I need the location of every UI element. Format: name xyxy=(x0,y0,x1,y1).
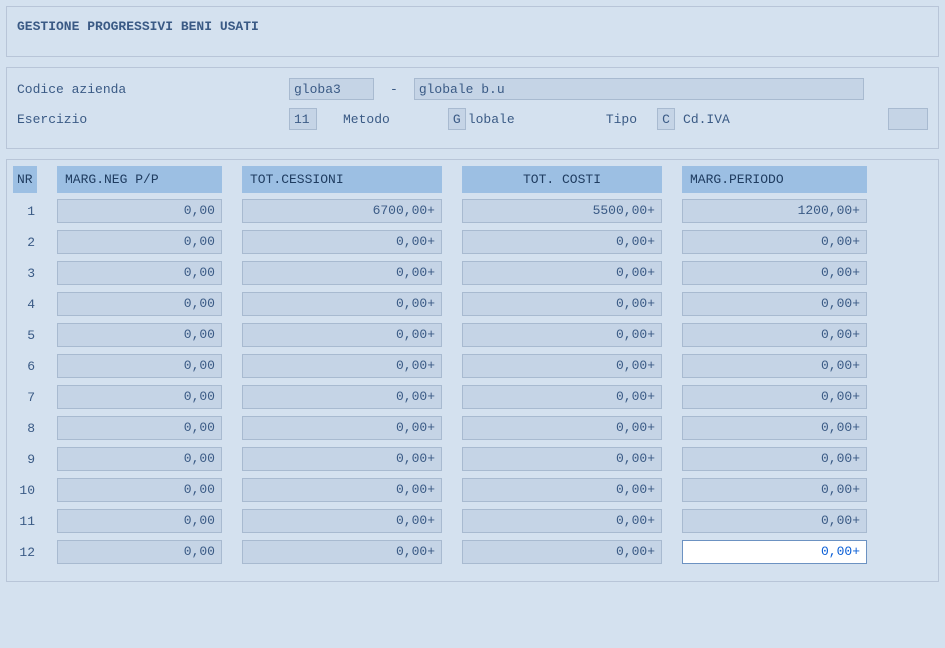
cell-c4[interactable]: 1200,00+ xyxy=(682,199,867,223)
cell-c4[interactable]: 0,00+ xyxy=(682,323,867,347)
row-number: 4 xyxy=(13,297,37,312)
metodo-value: lobale xyxy=(466,112,586,127)
codice-desc-input[interactable]: globale b.u xyxy=(414,78,864,100)
table-row: 8 0,00 0,00+ 0,00+ 0,00+ xyxy=(13,416,928,440)
cell-c2[interactable]: 0,00+ xyxy=(242,447,442,471)
cell-c1[interactable]: 0,00 xyxy=(57,385,222,409)
page-title: GESTIONE PROGRESSIVI BENI USATI xyxy=(17,19,259,34)
table-row: 5 0,00 0,00+ 0,00+ 0,00+ xyxy=(13,323,928,347)
cell-c2[interactable]: 0,00+ xyxy=(242,230,442,254)
table-row: 2 0,00 0,00+ 0,00+ 0,00+ xyxy=(13,230,928,254)
cell-c4[interactable]: 0,00+ xyxy=(682,509,867,533)
cell-c1[interactable]: 0,00 xyxy=(57,292,222,316)
cell-c3[interactable]: 0,00+ xyxy=(462,540,662,564)
cell-c1[interactable]: 0,00 xyxy=(57,540,222,564)
table-row: 3 0,00 0,00+ 0,00+ 0,00+ xyxy=(13,261,928,285)
cell-c4[interactable]: 0,00+ xyxy=(682,354,867,378)
table-row: 12 0,00 0,00+ 0,00+ 0,00+ xyxy=(13,540,928,564)
cell-c2[interactable]: 0,00+ xyxy=(242,385,442,409)
codice-sep: - xyxy=(374,82,414,97)
cell-c2[interactable]: 0,00+ xyxy=(242,323,442,347)
cdiva-input[interactable] xyxy=(888,108,928,130)
header-margneg: MARG.NEG P/P xyxy=(57,166,222,193)
table-row: 1 0,00 6700,00+ 5500,00+ 1200,00+ xyxy=(13,199,928,223)
cell-c3[interactable]: 0,00+ xyxy=(462,447,662,471)
row-number: 3 xyxy=(13,266,37,281)
table-row: 10 0,00 0,00+ 0,00+ 0,00+ xyxy=(13,478,928,502)
cell-c3[interactable]: 0,00+ xyxy=(462,323,662,347)
cell-c1[interactable]: 0,00 xyxy=(57,509,222,533)
cell-c4[interactable]: 0,00+ xyxy=(682,540,867,564)
esercizio-label: Esercizio xyxy=(17,112,289,127)
cell-c4[interactable]: 0,00+ xyxy=(682,416,867,440)
codice-label: Codice azienda xyxy=(17,82,289,97)
cell-c3[interactable]: 0,00+ xyxy=(462,354,662,378)
row-number: 5 xyxy=(13,328,37,343)
cell-c4[interactable]: 0,00+ xyxy=(682,292,867,316)
cell-c3[interactable]: 0,00+ xyxy=(462,478,662,502)
row-number: 2 xyxy=(13,235,37,250)
cell-c3[interactable]: 0,00+ xyxy=(462,230,662,254)
cell-c4[interactable]: 0,00+ xyxy=(682,478,867,502)
row-number: 12 xyxy=(13,545,37,560)
cell-c2[interactable]: 0,00+ xyxy=(242,416,442,440)
cell-c1[interactable]: 0,00 xyxy=(57,199,222,223)
cell-c4[interactable]: 0,00+ xyxy=(682,447,867,471)
header-nr: NR xyxy=(13,166,37,193)
cell-c3[interactable]: 0,00+ xyxy=(462,416,662,440)
esercizio-input[interactable]: 11 xyxy=(289,108,317,130)
cell-c3[interactable]: 0,00+ xyxy=(462,509,662,533)
row-number: 7 xyxy=(13,390,37,405)
row-number: 10 xyxy=(13,483,37,498)
cell-c1[interactable]: 0,00 xyxy=(57,323,222,347)
table-row: 4 0,00 0,00+ 0,00+ 0,00+ xyxy=(13,292,928,316)
metodo-g-input[interactable]: G xyxy=(448,108,466,130)
cell-c2[interactable]: 0,00+ xyxy=(242,354,442,378)
metodo-label: Metodo xyxy=(317,112,408,127)
cell-c3[interactable]: 0,00+ xyxy=(462,385,662,409)
cell-c2[interactable]: 0,00+ xyxy=(242,540,442,564)
cell-c1[interactable]: 0,00 xyxy=(57,354,222,378)
cell-c1[interactable]: 0,00 xyxy=(57,261,222,285)
cell-c1[interactable]: 0,00 xyxy=(57,478,222,502)
cell-c4[interactable]: 0,00+ xyxy=(682,385,867,409)
cell-c4[interactable]: 0,00+ xyxy=(682,261,867,285)
tipo-label: Tipo xyxy=(586,112,657,127)
header-totcosti: TOT. COSTI xyxy=(462,166,662,193)
table-row: 11 0,00 0,00+ 0,00+ 0,00+ xyxy=(13,509,928,533)
cell-c3[interactable]: 5500,00+ xyxy=(462,199,662,223)
esercizio-row: Esercizio 11 Metodo G lobale Tipo C Cd.I… xyxy=(17,108,928,130)
row-number: 11 xyxy=(13,514,37,529)
table-panel: NR MARG.NEG P/P TOT.CESSIONI TOT. COSTI … xyxy=(6,159,939,582)
cell-c1[interactable]: 0,00 xyxy=(57,447,222,471)
row-number: 8 xyxy=(13,421,37,436)
cell-c3[interactable]: 0,00+ xyxy=(462,261,662,285)
header-totcessioni: TOT.CESSIONI xyxy=(242,166,442,193)
tipo-input[interactable]: C xyxy=(657,108,675,130)
title-panel: GESTIONE PROGRESSIVI BENI USATI xyxy=(6,6,939,57)
cell-c2[interactable]: 0,00+ xyxy=(242,292,442,316)
codice-input[interactable]: globa3 xyxy=(289,78,374,100)
cdiva-label: Cd.IVA xyxy=(675,112,742,127)
cell-c1[interactable]: 0,00 xyxy=(57,416,222,440)
table-header-row: NR MARG.NEG P/P TOT.CESSIONI TOT. COSTI … xyxy=(13,166,928,193)
row-number: 9 xyxy=(13,452,37,467)
cell-c4[interactable]: 0,00+ xyxy=(682,230,867,254)
header-panel: Codice azienda globa3 - globale b.u Eser… xyxy=(6,67,939,149)
table-row: 7 0,00 0,00+ 0,00+ 0,00+ xyxy=(13,385,928,409)
codice-row: Codice azienda globa3 - globale b.u xyxy=(17,78,928,100)
cell-c2[interactable]: 0,00+ xyxy=(242,478,442,502)
header-margperiodo: MARG.PERIODO xyxy=(682,166,867,193)
row-number: 6 xyxy=(13,359,37,374)
cell-c1[interactable]: 0,00 xyxy=(57,230,222,254)
table-row: 6 0,00 0,00+ 0,00+ 0,00+ xyxy=(13,354,928,378)
row-number: 1 xyxy=(13,204,37,219)
cell-c2[interactable]: 0,00+ xyxy=(242,261,442,285)
table-body: 1 0,00 6700,00+ 5500,00+ 1200,00+ 2 0,00 0,00+ 0… xyxy=(13,199,928,564)
cell-c3[interactable]: 0,00+ xyxy=(462,292,662,316)
cell-c2[interactable]: 0,00+ xyxy=(242,509,442,533)
table-row: 9 0,00 0,00+ 0,00+ 0,00+ xyxy=(13,447,928,471)
cell-c2[interactable]: 6700,00+ xyxy=(242,199,442,223)
